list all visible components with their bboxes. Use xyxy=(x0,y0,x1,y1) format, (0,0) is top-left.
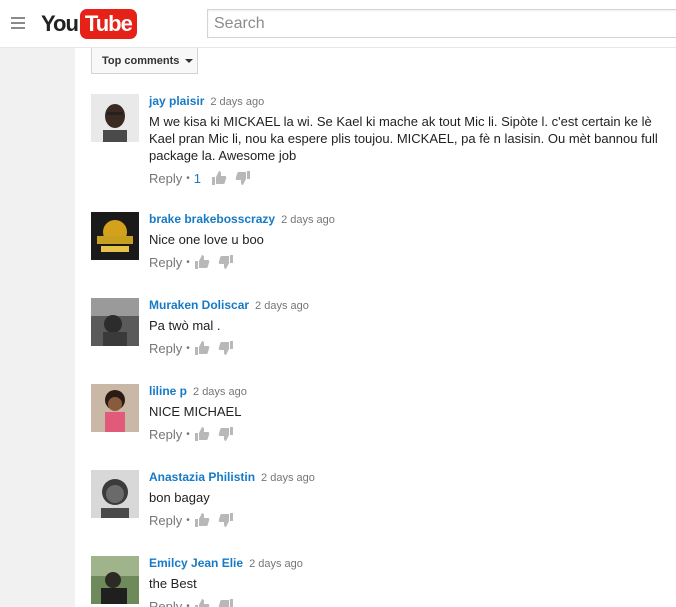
comment-text: bon bagay xyxy=(149,490,210,505)
comment-time[interactable]: 2 days ago xyxy=(255,300,309,312)
reply-button[interactable]: Reply xyxy=(149,255,182,270)
thumbs-up-icon[interactable] xyxy=(194,254,210,270)
reply-button[interactable]: Reply xyxy=(149,427,182,442)
comment-text: the Best xyxy=(149,576,197,591)
comment-time[interactable]: 2 days ago xyxy=(249,558,303,570)
separator-dot: • xyxy=(186,600,190,607)
comment-author[interactable]: Emilcy Jean Elie xyxy=(149,556,243,570)
comment-text: Pa twò mal . xyxy=(149,318,221,333)
top-header: You Tube xyxy=(0,0,676,48)
sort-comments-button[interactable]: Top comments xyxy=(91,48,198,74)
caret-down-icon xyxy=(185,58,194,63)
reply-button[interactable]: Reply xyxy=(149,171,182,186)
thumbs-down-icon[interactable] xyxy=(235,170,251,186)
comment-text: Nice one love u boo xyxy=(149,232,264,247)
thumbs-up-icon[interactable] xyxy=(194,426,210,442)
menu-icon[interactable] xyxy=(11,17,25,29)
comment-time[interactable]: 2 days ago xyxy=(210,96,264,108)
thumbs-down-icon[interactable] xyxy=(218,426,234,442)
thumbs-down-icon[interactable] xyxy=(218,512,234,528)
reply-button[interactable]: Reply xyxy=(149,513,182,528)
search-input[interactable] xyxy=(208,10,676,37)
thumbs-up-icon[interactable] xyxy=(194,598,210,607)
comment-time[interactable]: 2 days ago xyxy=(281,214,335,226)
search-box[interactable] xyxy=(207,9,676,38)
comment-time[interactable]: 2 days ago xyxy=(261,472,315,484)
separator-dot: • xyxy=(186,342,190,354)
thumbs-down-icon[interactable] xyxy=(218,598,234,607)
comment-author[interactable]: brake brakebosscrazy xyxy=(149,212,275,226)
avatar[interactable] xyxy=(91,470,139,518)
comment-author[interactable]: liline p xyxy=(149,384,187,398)
comment-author[interactable]: Anastazia Philistin xyxy=(149,470,255,484)
logo-you-text: You xyxy=(41,11,79,36)
comment-author[interactable]: jay plaisir xyxy=(149,94,204,108)
comment-time[interactable]: 2 days ago xyxy=(193,386,247,398)
sort-label: Top comments xyxy=(102,54,180,67)
avatar[interactable] xyxy=(91,556,139,604)
thumbs-up-icon[interactable] xyxy=(194,340,210,356)
reply-button[interactable]: Reply xyxy=(149,341,182,356)
avatar[interactable] xyxy=(91,94,139,142)
comment-text: NICE MICHAEL xyxy=(149,404,242,419)
avatar[interactable] xyxy=(91,298,139,346)
separator-dot: • xyxy=(186,172,190,184)
youtube-logo[interactable]: You Tube xyxy=(41,9,137,39)
avatar[interactable] xyxy=(91,212,139,260)
thumbs-up-icon[interactable] xyxy=(211,170,227,186)
reply-button[interactable]: Reply xyxy=(149,599,182,607)
comment-text: M we kisa ki MICKAEL la wi. Se Kael ki m… xyxy=(149,114,658,163)
comments-section: Top comments jay plaisir 2 days ago M we … xyxy=(75,48,676,607)
comment-author[interactable]: Muraken Doliscar xyxy=(149,298,249,312)
separator-dot: • xyxy=(186,256,190,268)
like-count: 1 xyxy=(193,170,201,186)
separator-dot: • xyxy=(186,514,190,526)
thumbs-down-icon[interactable] xyxy=(218,340,234,356)
separator-dot: • xyxy=(186,428,190,440)
logo-tube-text: Tube xyxy=(79,9,137,39)
thumbs-up-icon[interactable] xyxy=(194,512,210,528)
thumbs-down-icon[interactable] xyxy=(218,254,234,270)
avatar[interactable] xyxy=(91,384,139,432)
